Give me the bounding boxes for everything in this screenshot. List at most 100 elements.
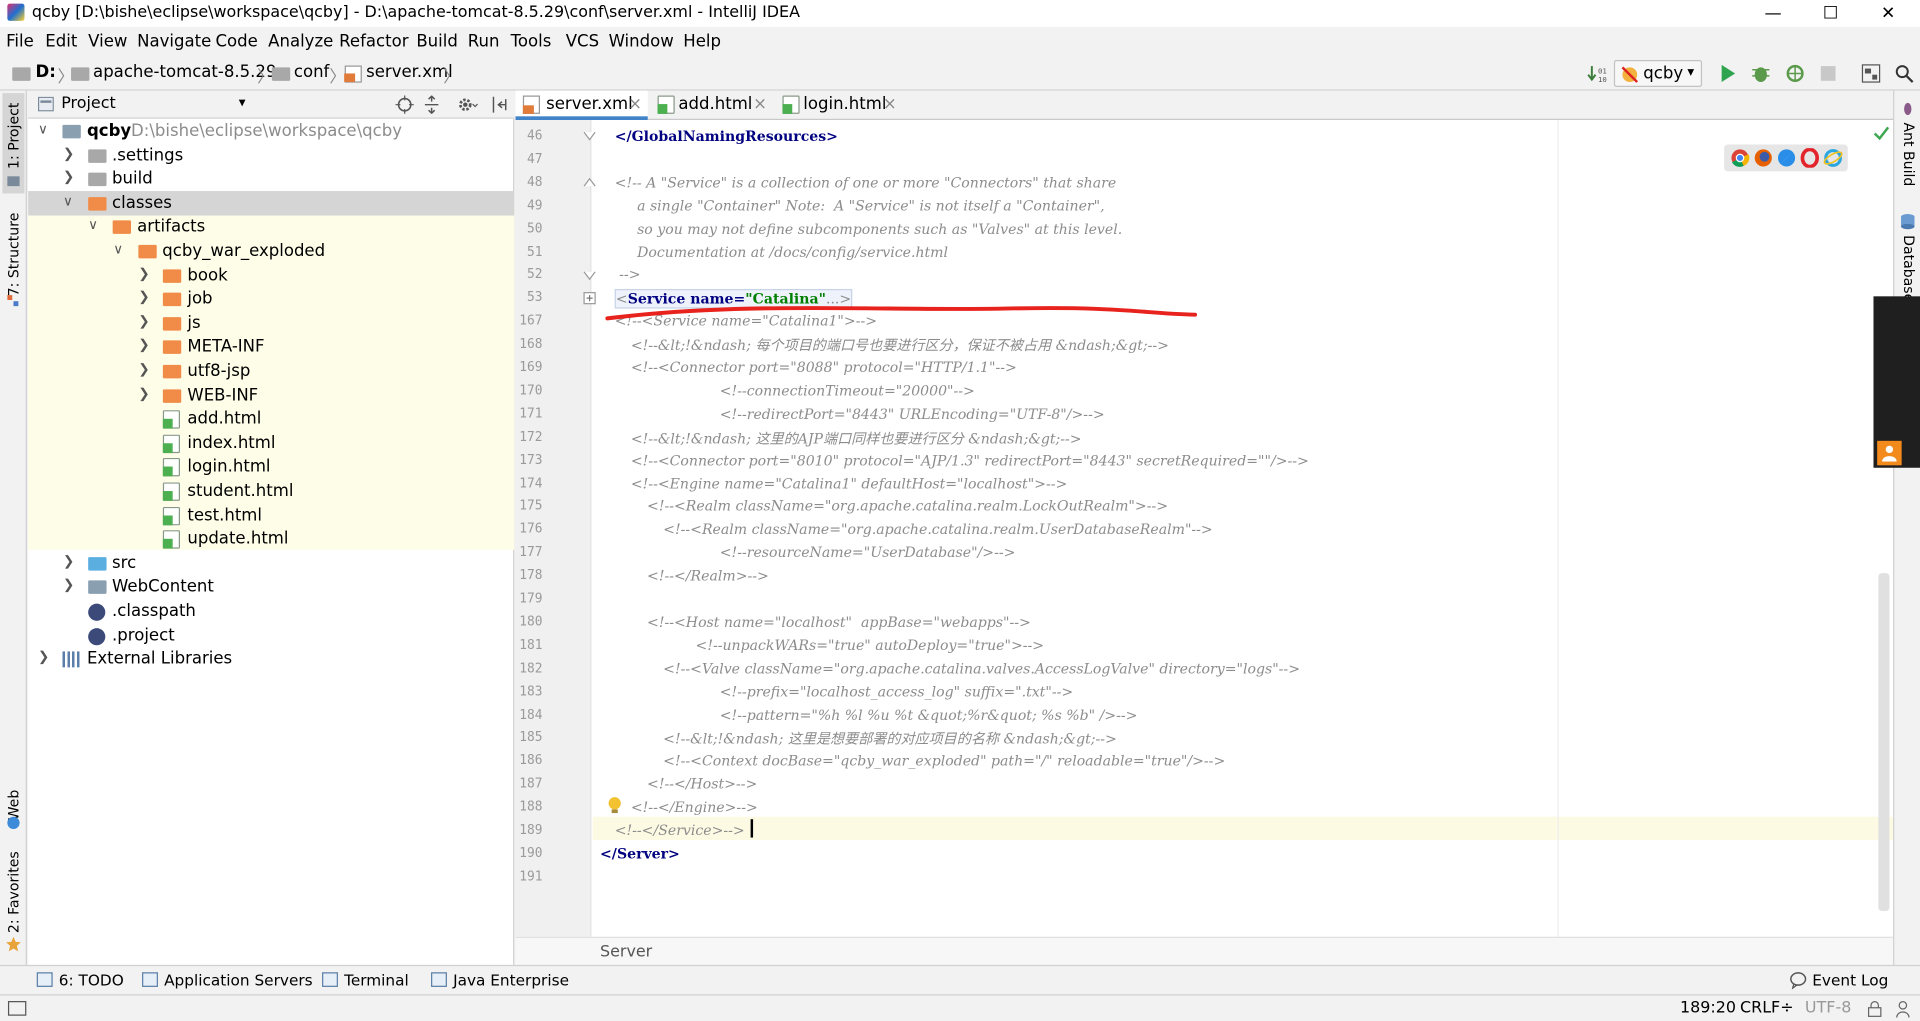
tree-item[interactable]: add.html — [28, 408, 514, 432]
menu-tools[interactable]: Tools — [511, 32, 552, 52]
tree-item[interactable]: ❯ job — [28, 288, 514, 312]
run-icon[interactable] — [1718, 64, 1738, 84]
chevron-down-icon[interactable]: ∨ — [38, 121, 48, 137]
chevron-right-icon[interactable]: ❯ — [63, 577, 74, 593]
fold-end-icon[interactable] — [583, 129, 596, 142]
hector-icon[interactable] — [1894, 999, 1911, 1019]
breadcrumb-dir1[interactable]: apache-tomcat-8.5.29 — [93, 62, 276, 82]
menu-help[interactable]: Help — [683, 32, 721, 52]
fold-end-icon[interactable] — [583, 268, 596, 281]
tree-item[interactable]: ❯ utf8-jsp — [28, 360, 514, 384]
run-config-selector[interactable]: qcby ▾ — [1613, 60, 1703, 87]
chevron-right-icon[interactable]: ❯ — [38, 649, 49, 665]
breadcrumb-dir2[interactable]: conf — [294, 62, 330, 82]
tree-item[interactable]: index.html — [28, 432, 514, 456]
tab-server-xml[interactable]: server.xml × — [515, 90, 648, 121]
tool-window-database[interactable]: Database — [1900, 235, 1917, 302]
fold-start-icon[interactable] — [583, 175, 596, 188]
minimize-button[interactable]: — — [1761, 2, 1785, 24]
toggle-tool-windows-icon[interactable] — [7, 999, 27, 1017]
tree-item[interactable]: update.html — [28, 528, 514, 552]
chevron-right-icon[interactable]: ❯ — [138, 313, 149, 329]
chevron-right-icon[interactable]: ❯ — [138, 337, 149, 353]
close-tab-icon[interactable]: × — [628, 94, 642, 114]
tree-item[interactable]: student.html — [28, 480, 514, 504]
tree-item[interactable]: .classpath — [28, 600, 514, 624]
chrome-icon[interactable] — [1730, 148, 1750, 168]
event-log-button[interactable]: Event Log — [1812, 971, 1888, 989]
bottom-tab-terminal[interactable]: Terminal — [344, 971, 409, 989]
caret-position[interactable]: 189:20 — [1680, 999, 1736, 1017]
tree-item[interactable]: .project — [28, 624, 514, 648]
chevron-right-icon[interactable]: ❯ — [63, 145, 74, 161]
chevron-down-icon[interactable]: ∨ — [88, 217, 98, 233]
project-panel-title[interactable]: Project — [61, 94, 115, 112]
menu-code[interactable]: Code — [216, 32, 258, 52]
search-icon[interactable] — [1894, 64, 1914, 84]
tree-item[interactable]: ❯ src — [28, 552, 514, 576]
chevron-down-icon[interactable]: ▾ — [239, 94, 246, 110]
tool-window-project[interactable]: 1: Project — [5, 103, 22, 169]
lock-icon[interactable] — [1867, 1000, 1882, 1017]
chevron-right-icon[interactable]: ❯ — [138, 289, 149, 305]
tree-item[interactable]: ❯ js — [28, 312, 514, 336]
menu-vcs[interactable]: VCS — [566, 32, 599, 52]
chevron-right-icon[interactable]: ❯ — [138, 385, 149, 401]
tree-item[interactable]: ∨ qcby_war_exploded — [28, 240, 514, 264]
inspection-ok-icon[interactable] — [1873, 125, 1890, 141]
chevron-down-icon[interactable]: ∨ — [113, 241, 123, 257]
editor-breadcrumb[interactable]: Server — [600, 943, 652, 961]
editor-scrollbar-thumb[interactable] — [1878, 573, 1890, 912]
chevron-right-icon[interactable]: ❯ — [63, 169, 74, 185]
safari-icon[interactable] — [1777, 148, 1797, 168]
collapse-all-icon[interactable] — [422, 95, 440, 114]
chevron-down-icon[interactable]: ∨ — [63, 193, 73, 209]
menu-analyze[interactable]: Analyze — [268, 32, 333, 52]
tree-item[interactable]: ❯ book — [28, 264, 514, 288]
tree-item[interactable]: ∨ qcby D:\bishe\eclipse\workspace\qcby — [28, 120, 514, 144]
menu-build[interactable]: Build — [416, 32, 457, 52]
stop-icon[interactable] — [1820, 65, 1837, 82]
tree-item[interactable]: test.html — [28, 504, 514, 528]
file-encoding[interactable]: UTF-8 — [1805, 999, 1851, 1017]
tab-login-html[interactable]: login.html × — [773, 91, 903, 120]
maximize-button[interactable]: ☐ — [1818, 2, 1842, 24]
debug-icon[interactable] — [1751, 64, 1771, 84]
gear-icon[interactable] — [457, 96, 479, 114]
tree-item[interactable]: ❯ META-INF — [28, 336, 514, 360]
menu-navigate[interactable]: Navigate — [137, 32, 211, 52]
close-button[interactable]: ✕ — [1876, 2, 1900, 24]
locate-icon[interactable] — [395, 95, 414, 114]
expand-fold-icon[interactable] — [583, 291, 596, 305]
breadcrumb-drive[interactable]: D: — [36, 62, 56, 82]
tool-window-favorites[interactable]: 2: Favorites — [5, 851, 22, 933]
tree-item[interactable]: ❯ .settings — [28, 144, 514, 168]
breadcrumb-file[interactable]: server.xml — [366, 62, 453, 82]
tab-add-html[interactable]: add.html × — [648, 91, 773, 120]
tree-item[interactable]: ∨ classes — [28, 192, 514, 216]
menu-run[interactable]: Run — [468, 32, 500, 52]
tree-item[interactable]: ∨ artifacts — [28, 216, 514, 240]
menu-view[interactable]: View — [88, 32, 127, 52]
sort-icon[interactable]: 0110 — [1587, 64, 1609, 84]
tree-item[interactable]: ❯ build — [28, 168, 514, 192]
hide-panel-icon[interactable] — [491, 96, 509, 114]
chevron-right-icon[interactable]: ❯ — [138, 265, 149, 281]
tool-window-structure[interactable]: 7: Structure — [5, 213, 22, 297]
menu-window[interactable]: Window — [609, 32, 674, 52]
menu-file[interactable]: File — [6, 32, 34, 52]
coverage-icon[interactable] — [1785, 64, 1805, 84]
close-tab-icon[interactable]: × — [753, 94, 767, 114]
line-separator[interactable]: CRLF÷ — [1740, 999, 1794, 1017]
bottom-tab-java-enterprise[interactable]: Java Enterprise — [453, 971, 569, 989]
tree-item[interactable]: ❯ WebContent — [28, 576, 514, 600]
bottom-tab-application-servers[interactable]: Application Servers — [164, 971, 313, 989]
firefox-icon[interactable] — [1753, 148, 1773, 168]
project-structure-icon[interactable] — [1861, 64, 1881, 84]
tree-item[interactable]: login.html — [28, 456, 514, 480]
close-tab-icon[interactable]: × — [883, 94, 897, 114]
lightbulb-icon[interactable] — [606, 796, 623, 816]
ie-icon[interactable] — [1823, 148, 1843, 168]
chevron-right-icon[interactable]: ❯ — [63, 553, 74, 569]
menu-edit[interactable]: Edit — [45, 32, 77, 52]
